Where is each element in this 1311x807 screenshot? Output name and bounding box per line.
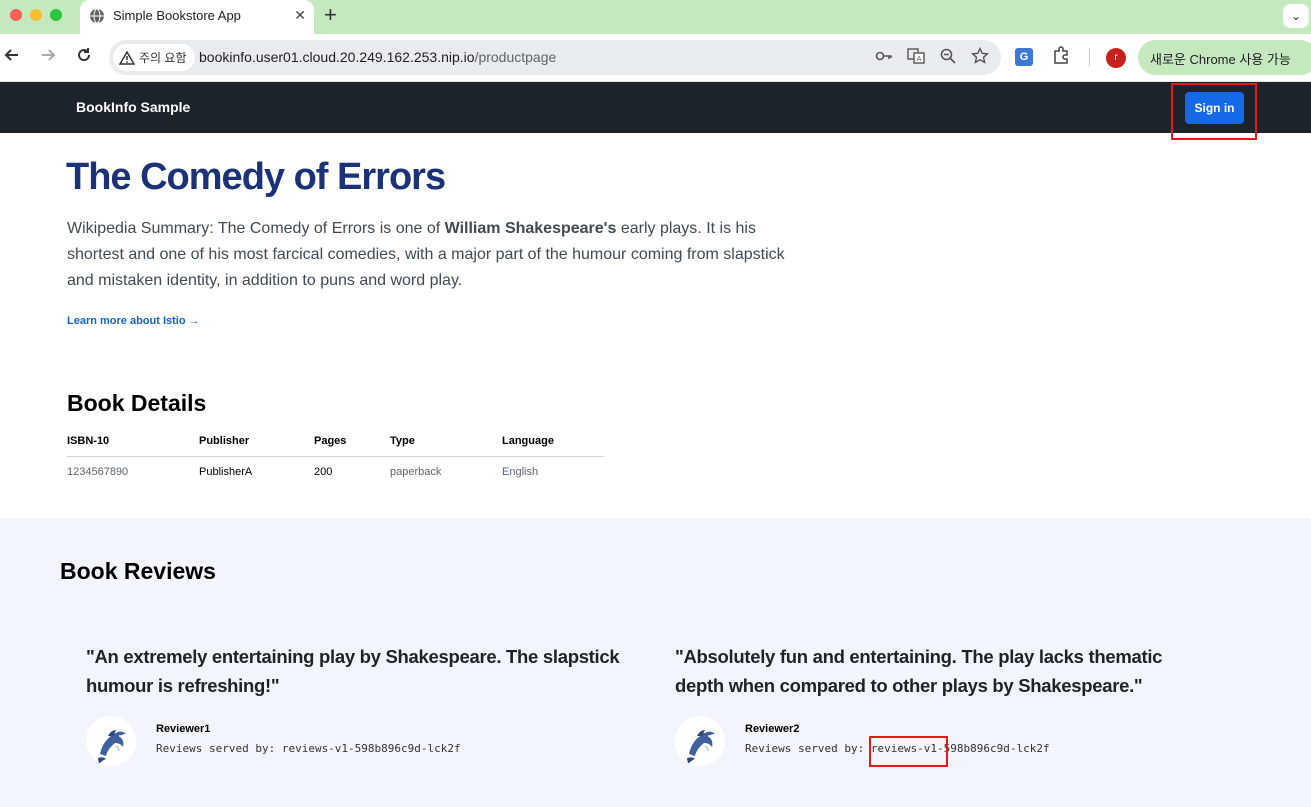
security-indicator[interactable]: 주의 요함 <box>113 44 195 71</box>
browser-tab[interactable]: Simple Bookstore App ✕ <box>80 0 314 34</box>
summary-author: William Shakespeare's <box>444 220 617 237</box>
cell-language: English <box>502 465 539 478</box>
reload-icon[interactable] <box>74 45 94 71</box>
dolphin-icon <box>687 730 715 764</box>
served-by-text: Reviews served by: reviews-v1-598b896c9d… <box>156 742 461 755</box>
zoom-icon[interactable] <box>939 47 957 67</box>
book-details-heading: Book Details <box>67 390 207 416</box>
forward-icon[interactable] <box>38 45 58 71</box>
cell-publisher: PublisherA <box>199 465 253 478</box>
site-brand[interactable]: BookInfo Sample <box>76 99 190 115</box>
key-icon[interactable] <box>875 47 893 67</box>
translate-icon[interactable]: A <box>907 47 925 67</box>
url-host: bookinfo.user01.cloud.20.249.162.253.nip… <box>199 49 475 65</box>
reviewer-name: Reviewer1 <box>156 723 211 735</box>
translate-extension-icon[interactable]: G <box>1015 48 1033 66</box>
cell-isbn: 1234567890 <box>67 465 129 478</box>
reviewer-avatar <box>86 716 136 766</box>
site-navbar: BookInfo Sample Sign in <box>0 82 1311 133</box>
tab-strip: Simple Bookstore App ✕ + ⌄ <box>0 0 1311 34</box>
extension-icon[interactable] <box>1051 46 1071 68</box>
review-text: "Absolutely fun and entertaining. The pl… <box>675 646 1163 696</box>
url-path: /productpage <box>474 49 557 65</box>
column-header-type: Type <box>390 426 502 457</box>
url-text[interactable]: bookinfo.user01.cloud.20.249.162.253.nip… <box>199 49 556 65</box>
back-icon[interactable] <box>2 45 22 71</box>
review-card: "An extremely entertaining play by Shake… <box>86 642 626 766</box>
page-title: The Comedy of Errors <box>66 156 446 198</box>
sign-in-button[interactable]: Sign in <box>1185 92 1244 124</box>
tab-title: Simple Bookstore App <box>113 8 241 23</box>
tab-search-button[interactable]: ⌄ <box>1283 4 1309 28</box>
svg-text:A: A <box>917 55 922 63</box>
book-reviews-heading: Book Reviews <box>60 558 216 584</box>
product-summary: Wikipedia Summary: The Comedy of Errors … <box>67 216 797 294</box>
summary-text: Wikipedia Summary: The Comedy of Errors … <box>67 220 445 237</box>
review-card: "Absolutely fun and entertaining. The pl… <box>675 642 1215 766</box>
reviewer-name: Reviewer2 <box>745 723 800 735</box>
close-window-button[interactable] <box>10 9 22 21</box>
reviewer-avatar <box>675 716 725 766</box>
minimize-window-button[interactable] <box>30 9 42 21</box>
column-header-language: Language <box>502 426 604 457</box>
review-text: "An extremely entertaining play by Shake… <box>86 646 620 696</box>
profile-avatar[interactable]: r <box>1106 48 1126 68</box>
globe-icon <box>90 8 104 24</box>
security-label: 주의 요함 <box>139 51 187 65</box>
close-icon[interactable]: ✕ <box>294 7 306 24</box>
column-header-publisher: Publisher <box>199 426 314 457</box>
book-details-table: ISBN-10 Publisher Pages Type Language 12… <box>67 426 604 487</box>
learn-more-link[interactable]: Learn more about Istio → <box>67 315 200 327</box>
cell-type: paperback <box>390 465 442 478</box>
toolbar-separator <box>1089 48 1090 66</box>
column-header-isbn: ISBN-10 <box>67 426 199 457</box>
served-by-text: Reviews served by: reviews-v1-598b896c9d… <box>745 742 1050 755</box>
reviews-section: Book Reviews "An extremely entertaining … <box>0 518 1311 807</box>
star-icon[interactable] <box>970 46 990 67</box>
warning-icon <box>119 50 135 65</box>
table-row: 1234567890 PublisherA 200 paperback Engl… <box>67 456 604 487</box>
new-tab-button[interactable]: + <box>324 3 337 27</box>
maximize-window-button[interactable] <box>50 9 62 21</box>
address-bar[interactable]: 주의 요함 bookinfo.user01.cloud.20.249.162.2… <box>109 40 1001 75</box>
dolphin-icon <box>98 730 126 764</box>
cell-pages: 200 <box>314 465 333 478</box>
browser-toolbar: 주의 요함 bookinfo.user01.cloud.20.249.162.2… <box>0 34 1311 82</box>
column-header-pages: Pages <box>314 426 390 457</box>
table-header-row: ISBN-10 Publisher Pages Type Language <box>67 426 604 457</box>
chrome-update-button[interactable]: 새로운 Chrome 사용 가능 <box>1138 40 1311 75</box>
